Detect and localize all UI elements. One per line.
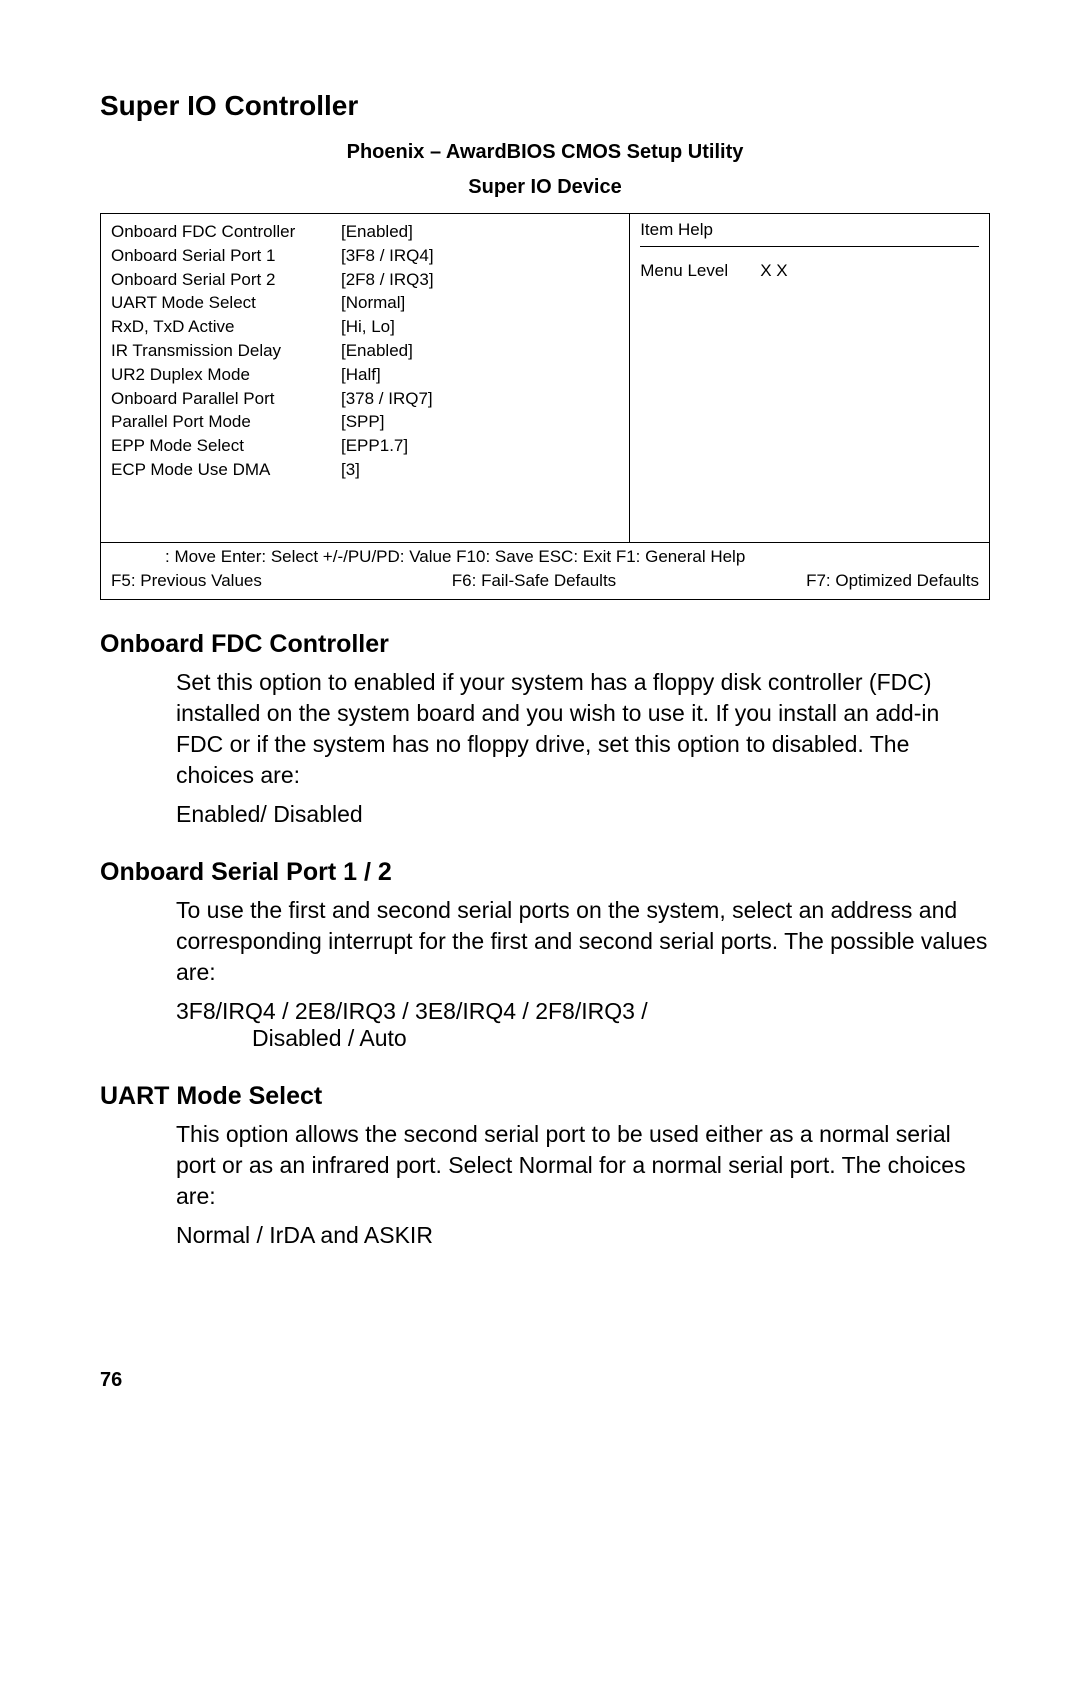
bios-setting-value: [Enabled] xyxy=(341,220,619,244)
bios-setting-label: Onboard Serial Port 2 xyxy=(111,268,341,292)
bios-subtitle: Super IO Device xyxy=(100,176,990,199)
bios-setting-row: IR Transmission Delay[Enabled] xyxy=(111,339,619,363)
bios-setting-value: [378 / IRQ7] xyxy=(341,387,619,411)
bios-setting-row: Onboard FDC Controller[Enabled] xyxy=(111,220,619,244)
desc-choice-serial-line2: Disabled / Auto xyxy=(252,1025,990,1052)
bios-setting-label: Onboard Parallel Port xyxy=(111,387,341,411)
bios-setting-row: Onboard Parallel Port[378 / IRQ7] xyxy=(111,387,619,411)
bios-setting-row: Onboard Serial Port 2[2F8 / IRQ3] xyxy=(111,268,619,292)
bios-nav-footer: : Move Enter: Select +/-/PU/PD: Value F1… xyxy=(101,542,989,599)
bios-setting-row: UART Mode Select[Normal] xyxy=(111,291,619,315)
desc-choice-fdc: Enabled/ Disabled xyxy=(176,801,990,828)
bios-panel: Onboard FDC Controller[Enabled] Onboard … xyxy=(100,213,990,600)
bios-setting-label: RxD, TxD Active xyxy=(111,315,341,339)
bios-menu-level-row: Menu Level X X xyxy=(640,261,979,281)
bios-setting-row: ECP Mode Use DMA[3] xyxy=(111,458,619,482)
bios-setting-label: UART Mode Select xyxy=(111,291,341,315)
bios-setting-value: [3] xyxy=(341,458,619,482)
desc-body-uart: This option allows the second serial por… xyxy=(176,1119,990,1212)
bios-setting-value: [3F8 / IRQ4] xyxy=(341,244,619,268)
document-page: Super IO Controller Phoenix – AwardBIOS … xyxy=(0,0,1080,1432)
bios-setting-label: IR Transmission Delay xyxy=(111,339,341,363)
section-title: Super IO Controller xyxy=(100,90,990,122)
page-number: 76 xyxy=(100,1369,990,1392)
bios-menu-level-value: X X xyxy=(760,261,787,281)
bios-setting-value: [2F8 / IRQ3] xyxy=(341,268,619,292)
desc-choice-serial: 3F8/IRQ4 / 2E8/IRQ3 / 3E8/IRQ4 / 2F8/IRQ… xyxy=(176,998,990,1025)
bios-setting-row: Onboard Serial Port 1[3F8 / IRQ4] xyxy=(111,244,619,268)
bios-menu-level-label: Menu Level xyxy=(640,261,760,281)
bios-setting-row: RxD, TxD Active[Hi, Lo] xyxy=(111,315,619,339)
desc-body-fdc: Set this option to enabled if your syste… xyxy=(176,667,990,791)
bios-setting-label: UR2 Duplex Mode xyxy=(111,363,341,387)
bios-nav-f5: F5: Previous Values xyxy=(111,571,262,591)
bios-setting-value: [Enabled] xyxy=(341,339,619,363)
bios-setting-label: Parallel Port Mode xyxy=(111,410,341,434)
desc-heading-serial: Onboard Serial Port 1 / 2 xyxy=(100,858,990,887)
bios-setting-value: [Hi, Lo] xyxy=(341,315,619,339)
desc-heading-uart: UART Mode Select xyxy=(100,1082,990,1111)
bios-nav-f6: F6: Fail-Safe Defaults xyxy=(452,571,616,591)
bios-setting-value: [Normal] xyxy=(341,291,619,315)
bios-setting-value: [EPP1.7] xyxy=(341,434,619,458)
bios-setting-label: Onboard Serial Port 1 xyxy=(111,244,341,268)
bios-setting-row: Parallel Port Mode[SPP] xyxy=(111,410,619,434)
bios-nav-keys: : Move Enter: Select +/-/PU/PD: Value F1… xyxy=(165,547,979,567)
bios-setting-label: ECP Mode Use DMA xyxy=(111,458,341,482)
bios-setting-value: [SPP] xyxy=(341,410,619,434)
bios-setting-label: Onboard FDC Controller xyxy=(111,220,341,244)
bios-nav-f7: F7: Optimized Defaults xyxy=(806,571,979,591)
bios-help-separator xyxy=(640,246,979,247)
bios-settings-list: Onboard FDC Controller[Enabled] Onboard … xyxy=(101,214,630,542)
bios-help-title: Item Help xyxy=(640,220,979,240)
bios-title: Phoenix – AwardBIOS CMOS Setup Utility xyxy=(100,138,990,166)
bios-setting-value: [Half] xyxy=(341,363,619,387)
desc-choice-uart: Normal / IrDA and ASKIR xyxy=(176,1222,990,1249)
bios-help-panel: Item Help Menu Level X X xyxy=(630,214,989,542)
bios-setting-row: UR2 Duplex Mode[Half] xyxy=(111,363,619,387)
desc-heading-fdc: Onboard FDC Controller xyxy=(100,630,990,659)
bios-setting-row: EPP Mode Select[EPP1.7] xyxy=(111,434,619,458)
desc-body-serial: To use the first and second serial ports… xyxy=(176,895,990,988)
bios-setting-label: EPP Mode Select xyxy=(111,434,341,458)
